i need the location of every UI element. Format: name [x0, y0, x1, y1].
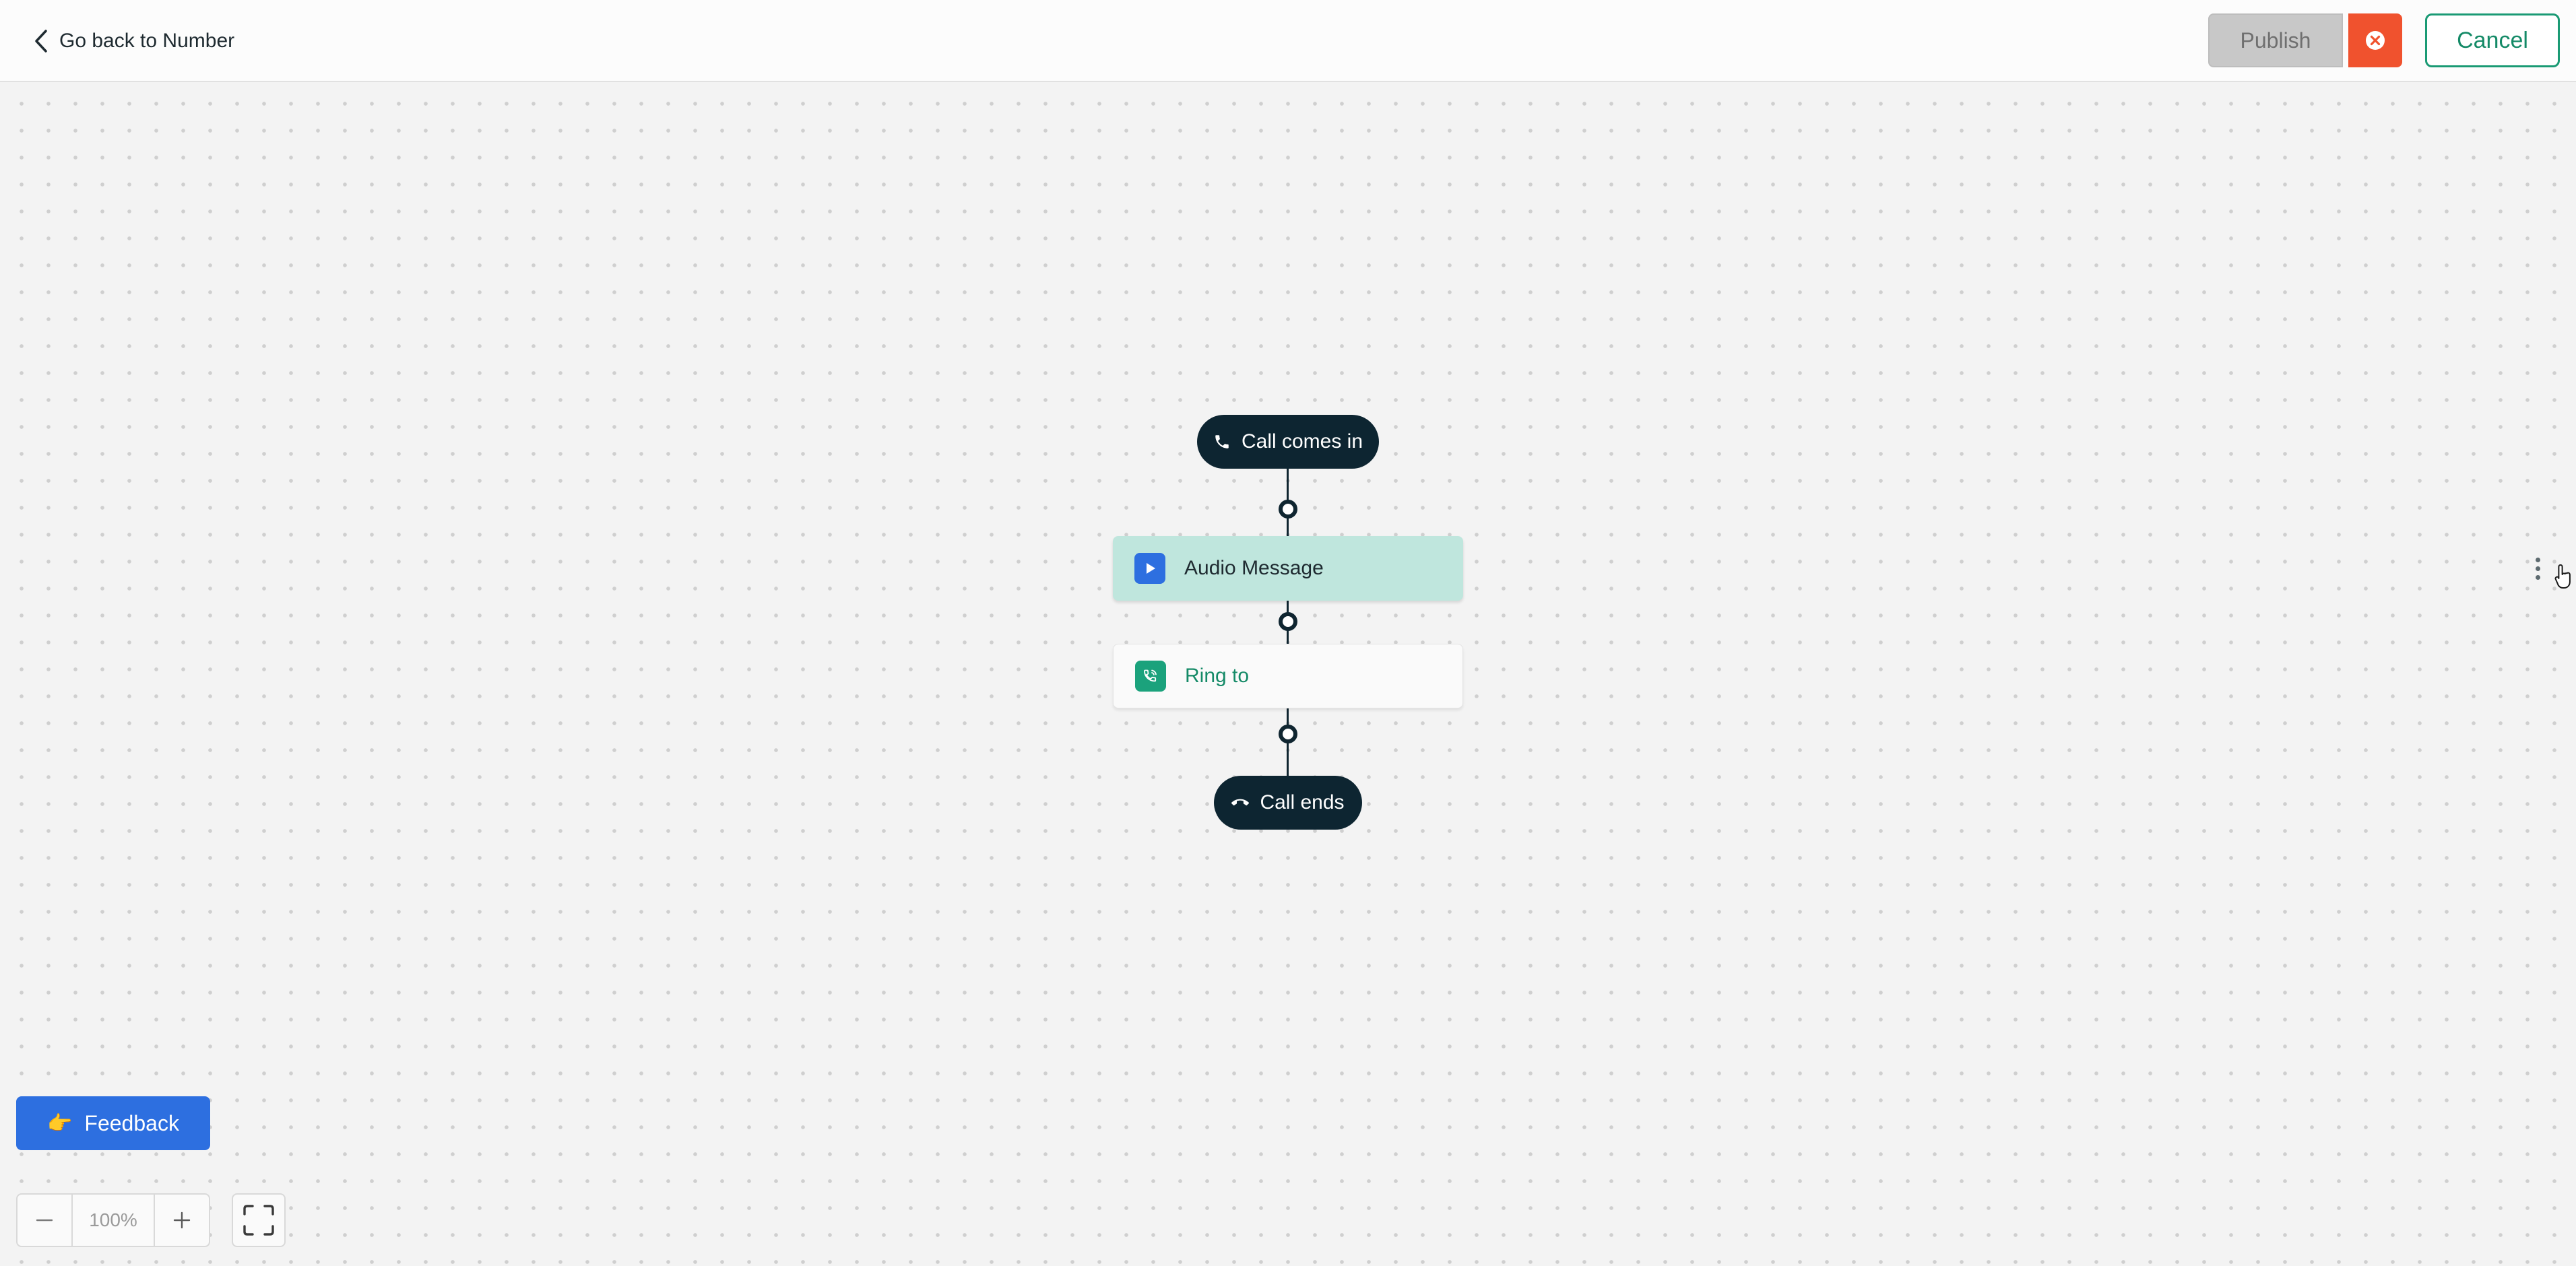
- more-options-icon[interactable]: [2527, 552, 2548, 585]
- publish-error-button[interactable]: [2348, 13, 2402, 67]
- audio-message-label: Audio Message: [1184, 557, 1324, 579]
- phone-ring-icon: [1135, 661, 1166, 692]
- chevron-left-icon: [35, 30, 47, 53]
- feedback-button[interactable]: 👉 Feedback: [16, 1096, 210, 1150]
- hand-cursor-icon: [2554, 564, 2571, 589]
- close-circle-icon: [2366, 31, 2385, 50]
- cancel-button[interactable]: Cancel: [2425, 13, 2560, 67]
- play-icon: [1134, 553, 1165, 584]
- back-link-label: Go back to Number: [59, 30, 235, 52]
- top-bar: Go back to Number Publish Cancel: [0, 0, 2576, 82]
- zoom-in-button[interactable]: [155, 1195, 209, 1246]
- zoom-level: 100%: [71, 1195, 155, 1246]
- add-step-dot[interactable]: [1279, 500, 1297, 519]
- publish-button[interactable]: Publish: [2208, 13, 2343, 67]
- zoom-out-button[interactable]: [18, 1195, 71, 1246]
- call-end-node: Call ends: [1214, 776, 1362, 830]
- phone-icon: [1215, 435, 1229, 448]
- audio-message-node[interactable]: Audio Message: [1113, 536, 2571, 601]
- zoom-controls: 100%: [16, 1193, 210, 1247]
- fit-to-screen-button[interactable]: [232, 1193, 286, 1247]
- minus-icon: [36, 1219, 53, 1222]
- pointing-hand-icon: 👉: [47, 1111, 73, 1135]
- back-link[interactable]: Go back to Number: [34, 26, 234, 57]
- call-end-label: Call ends: [1260, 791, 1345, 813]
- call-start-label: Call comes in: [1241, 430, 1363, 453]
- add-step-dot[interactable]: [1279, 725, 1297, 743]
- hang-up-icon: [1231, 799, 1250, 806]
- plus-icon: [173, 1211, 191, 1229]
- feedback-label: Feedback: [84, 1110, 179, 1135]
- ring-to-label: Ring to: [1185, 665, 1250, 687]
- publish-button-label: Publish: [2240, 28, 2311, 53]
- flow-editor: Go back to Number Publish Cancel Call co…: [0, 0, 2576, 1266]
- add-step-dot[interactable]: [1279, 612, 1297, 631]
- cancel-button-label: Cancel: [2457, 27, 2528, 53]
- call-start-node: Call comes in: [1197, 415, 1379, 469]
- ring-to-node[interactable]: Ring to: [1113, 644, 1463, 708]
- fullscreen-icon: [243, 1205, 274, 1236]
